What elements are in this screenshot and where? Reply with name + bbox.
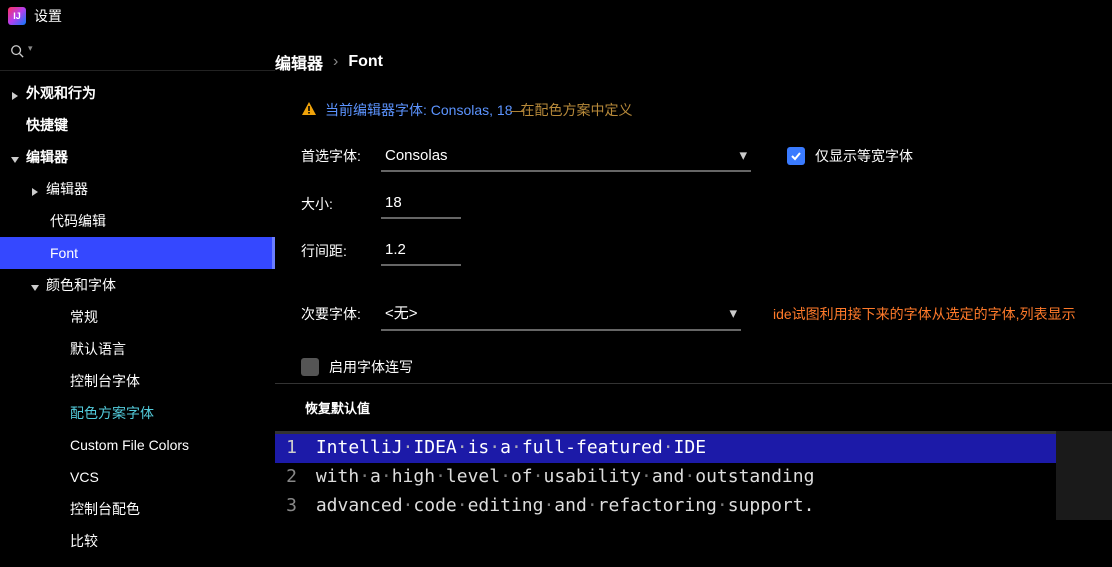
preview-gutter — [1056, 431, 1112, 520]
window-title: 设置 — [34, 6, 62, 26]
tree-item-compare[interactable]: 比较 — [0, 525, 275, 557]
tree-label: 控制台字体 — [70, 371, 140, 391]
chevron-right-icon — [30, 184, 40, 194]
breadcrumb-item: Font — [348, 53, 383, 71]
tree-item-editor-sub[interactable]: 编辑器 — [0, 173, 275, 205]
warning-suffix: 在配色方案中定义 — [521, 100, 633, 120]
warning-banner: 当前编辑器字体: Consolas, 18 — 在配色方案中定义 — [301, 100, 1112, 120]
chevron-down-icon: ▾ — [739, 146, 747, 164]
warning-icon — [301, 101, 317, 120]
restore-defaults-link[interactable]: 恢复默认值 — [275, 383, 1112, 431]
sidebar: ▾ 外观和行为 快捷键 编辑器 编辑器 代码编辑 Font — [0, 32, 275, 567]
preview-line[interactable]: 3 advanced·code·editing·and·refactoring·… — [275, 492, 1056, 521]
chevron-down-icon — [10, 152, 20, 162]
warning-text: 当前编辑器字体: Consolas, 18 — [325, 100, 513, 120]
tree-item-font[interactable]: Font — [0, 237, 275, 269]
search-input[interactable] — [39, 45, 265, 60]
tree-item-appearance[interactable]: 外观和行为 — [0, 77, 275, 109]
tree-label: VCS — [70, 469, 99, 485]
tree-label: 控制台配色 — [70, 499, 140, 519]
line-spacing-label: 行间距: — [301, 241, 365, 261]
search-row: ▾ — [0, 40, 275, 71]
tree-item-general[interactable]: 常规 — [0, 301, 275, 333]
app-icon: IJ — [8, 7, 26, 25]
tree-label: 编辑器 — [46, 179, 88, 199]
tree-item-code-editing[interactable]: 代码编辑 — [0, 205, 275, 237]
titlebar: IJ 设置 — [0, 0, 1112, 32]
secondary-font-label: 次要字体: — [301, 304, 365, 324]
size-label: 大小: — [301, 194, 365, 214]
tree-label: 颜色和字体 — [46, 275, 116, 295]
line-number: 3 — [275, 492, 305, 521]
search-icon[interactable] — [10, 44, 26, 60]
tree-label: Custom File Colors — [70, 437, 189, 453]
tree-label: Font — [50, 245, 78, 261]
tree-label: 常规 — [70, 307, 98, 327]
settings-tree: 外观和行为 快捷键 编辑器 编辑器 代码编辑 Font 颜色和字体 — [0, 71, 275, 567]
chevron-down-icon: ▾ — [729, 304, 737, 322]
font-select-value: Consolas — [385, 147, 448, 164]
ligatures-checkbox[interactable] — [301, 358, 319, 376]
tree-label: 快捷键 — [26, 115, 68, 135]
chevron-right-icon — [10, 88, 20, 98]
tree-label: 代码编辑 — [50, 211, 106, 231]
breadcrumb: 编辑器 › Font — [275, 32, 1112, 90]
tree-item-editor[interactable]: 编辑器 — [0, 141, 275, 173]
font-preview: 1 IntelliJ·IDEA·is·a·full-featured·IDE 2… — [275, 431, 1112, 520]
chevron-right-icon: › — [333, 53, 338, 71]
main-panel: 编辑器 › Font 当前编辑器字体: Consolas, 18 — 在配色方案… — [275, 32, 1112, 567]
tree-item-keymap[interactable]: 快捷键 — [0, 109, 275, 141]
tree-label: 比较 — [70, 531, 98, 551]
preview-text: advanced·code·editing·and·refactoring·su… — [305, 492, 1056, 521]
history-caret-icon[interactable]: ▾ — [28, 43, 33, 54]
ligatures-label: 启用字体连写 — [329, 357, 413, 377]
line-spacing-input[interactable] — [381, 235, 461, 266]
mono-only-checkbox[interactable] — [787, 147, 805, 165]
line-number: 2 — [275, 463, 305, 492]
tree-label: 编辑器 — [26, 147, 68, 167]
tree-item-default-lang[interactable]: 默认语言 — [0, 333, 275, 365]
tree-item-console-font[interactable]: 控制台字体 — [0, 365, 275, 397]
tree-item-scheme-font[interactable]: 配色方案字体 — [0, 397, 275, 429]
mono-only-label: 仅显示等宽字体 — [815, 146, 913, 166]
breadcrumb-item[interactable]: 编辑器 — [275, 50, 323, 74]
preview-text: IntelliJ·IDEA·is·a·full-featured·IDE — [305, 434, 1056, 463]
font-select[interactable]: Consolas ▾ — [381, 140, 751, 172]
tree-item-color-font[interactable]: 颜色和字体 — [0, 269, 275, 301]
chevron-down-icon — [30, 280, 40, 290]
size-input[interactable] — [381, 188, 461, 219]
line-number: 1 — [275, 434, 305, 463]
preview-line[interactable]: 2 with·a·high·level·of·usability·and·out… — [275, 463, 1056, 492]
secondary-font-select[interactable]: <无> ▾ — [381, 296, 741, 331]
tree-item-custom-file-colors[interactable]: Custom File Colors — [0, 429, 275, 461]
tree-label: 配色方案字体 — [70, 403, 154, 423]
tree-label: 外观和行为 — [26, 83, 96, 103]
preview-line[interactable]: 1 IntelliJ·IDEA·is·a·full-featured·IDE — [275, 434, 1056, 463]
tree-item-console-colors[interactable]: 控制台配色 — [0, 493, 275, 525]
preview-text: with·a·high·level·of·usability·and·outst… — [305, 463, 1056, 492]
tree-label: 默认语言 — [70, 339, 126, 359]
secondary-font-value: <无> — [385, 302, 418, 323]
font-label: 首选字体: — [301, 146, 365, 166]
secondary-font-hint: ide试图利用接下来的字体从选定的字体,列表显示 — [773, 304, 1076, 324]
tree-item-vcs[interactable]: VCS — [0, 461, 275, 493]
